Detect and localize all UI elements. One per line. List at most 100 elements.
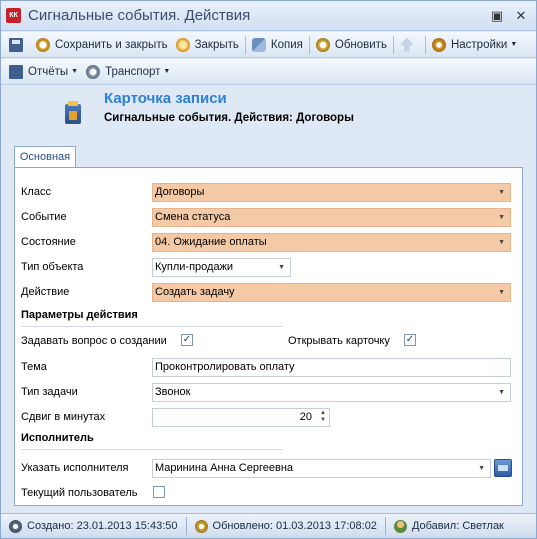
status-bar: Создано: 23.01.2013 15:43:50 Обновлено: … bbox=[1, 513, 536, 538]
main-toolbar: Сохранить и закрыть Закрыть Копия Обнови… bbox=[1, 32, 536, 58]
shift-value: 20 bbox=[299, 411, 312, 423]
chevron-down-icon[interactable]: ▼ bbox=[498, 234, 505, 251]
current-user-label: Текущий пользователь bbox=[21, 487, 138, 499]
open-card-label: Открывать карточку bbox=[288, 335, 390, 347]
chevron-down-icon[interactable]: ▼ bbox=[478, 460, 485, 477]
reports-menu-button[interactable]: Отчёты ▼ bbox=[5, 61, 82, 83]
action-label: Действие bbox=[21, 286, 70, 298]
save-icon-button[interactable] bbox=[5, 34, 32, 56]
chevron-down-icon[interactable]: ▼ bbox=[498, 209, 505, 226]
toolbar-separator bbox=[308, 35, 310, 54]
transport-menu-button[interactable]: Транспорт ▼ bbox=[82, 61, 174, 83]
event-label: Событие bbox=[21, 211, 67, 223]
pick-assignee-button[interactable] bbox=[494, 459, 512, 477]
copy-button[interactable]: Копия bbox=[248, 34, 307, 56]
ask-on-create-label: Задавать вопрос о создании bbox=[21, 335, 167, 347]
subject-label: Тема bbox=[21, 361, 47, 373]
transport-label: Транспорт bbox=[105, 65, 161, 78]
save-close-button[interactable]: Сохранить и закрыть bbox=[32, 34, 172, 56]
chevron-down-icon: ▼ bbox=[71, 68, 79, 75]
gear-icon bbox=[431, 37, 446, 52]
copy-label: Копия bbox=[270, 38, 303, 51]
status-added-by: Добавил: Светлак bbox=[386, 519, 512, 533]
move-up-button[interactable] bbox=[396, 34, 423, 56]
class-value: Договоры bbox=[155, 186, 205, 198]
close-doc-icon bbox=[175, 37, 190, 52]
page-title: Карточка записи bbox=[104, 90, 227, 107]
save-close-icon bbox=[36, 37, 50, 52]
spinner-arrows-icon[interactable]: ▲ ▼ bbox=[320, 410, 326, 424]
params-section-title: Параметры действия bbox=[21, 309, 138, 321]
toolbar-separator bbox=[424, 35, 426, 54]
executor-section-divider bbox=[21, 449, 283, 450]
chevron-down-icon: ▼ bbox=[163, 68, 171, 75]
reports-label: Отчёты bbox=[28, 65, 69, 78]
chevron-down-icon[interactable]: ▼ bbox=[498, 384, 505, 401]
window-title: Сигнальные события. Действия bbox=[28, 7, 251, 24]
status-created: Создано: 23.01.2013 15:43:50 bbox=[1, 519, 186, 533]
user-icon bbox=[393, 519, 407, 533]
status-updated: Обновлено: 01.03.2013 17:08:02 bbox=[187, 519, 385, 533]
save-close-label: Сохранить и закрыть bbox=[55, 38, 168, 51]
executor-section-title: Исполнитель bbox=[21, 432, 94, 444]
shift-minutes-stepper[interactable]: 20 ▲ ▼ bbox=[152, 408, 330, 427]
task-type-select[interactable]: Звонок ▼ bbox=[152, 383, 511, 402]
updated-clock-icon bbox=[194, 519, 208, 533]
action-value: Создать задачу bbox=[155, 286, 235, 298]
shift-label: Сдвиг в минутах bbox=[21, 411, 106, 423]
updated-text: Обновлено: 01.03.2013 17:08:02 bbox=[212, 520, 377, 532]
task-type-value: Звонок bbox=[155, 386, 191, 398]
chevron-down-icon[interactable]: ▼ bbox=[498, 184, 505, 201]
state-select[interactable]: 04. Ожидание оплаты ▼ bbox=[152, 233, 511, 252]
current-user-checkbox[interactable] bbox=[153, 486, 165, 498]
state-label: Состояние bbox=[21, 236, 76, 248]
event-value: Смена статуса bbox=[155, 211, 231, 223]
close-icon[interactable]: ✕ bbox=[512, 7, 530, 25]
chevron-down-icon[interactable]: ▼ bbox=[278, 259, 285, 276]
chevron-down-icon[interactable]: ▼ bbox=[498, 284, 505, 301]
tab-main[interactable]: Основная bbox=[14, 146, 76, 168]
object-type-select[interactable]: Купли-продажи ▼ bbox=[152, 258, 291, 277]
assignee-select[interactable]: Маринина Анна Сергеевна ▼ bbox=[152, 459, 491, 478]
state-value: 04. Ожидание оплаты bbox=[155, 236, 267, 248]
assignee-label: Указать исполнителя bbox=[21, 462, 129, 474]
page-subtitle: Сигнальные события. Действия: Договоры bbox=[104, 112, 354, 124]
subject-value: Проконтролировать оплату bbox=[155, 361, 295, 373]
settings-button[interactable]: Настройки ▼ bbox=[428, 34, 521, 56]
reports-icon bbox=[9, 64, 23, 79]
created-text: Создано: 23.01.2013 15:43:50 bbox=[27, 520, 178, 532]
object-type-value: Купли-продажи bbox=[155, 261, 234, 273]
params-section-divider bbox=[21, 326, 283, 327]
title-bar: КК Сигнальные события. Действия ▣ ✕ bbox=[1, 1, 536, 31]
transport-icon bbox=[86, 64, 101, 79]
refresh-label: Обновить bbox=[334, 38, 387, 51]
close-label: Закрыть bbox=[194, 38, 239, 51]
assignee-value: Маринина Анна Сергеевна bbox=[155, 462, 294, 474]
record-card-icon bbox=[65, 101, 81, 124]
toolbar-separator bbox=[244, 35, 246, 54]
action-select[interactable]: Создать задачу ▼ bbox=[152, 283, 511, 302]
ask-on-create-checkbox[interactable]: ✓ bbox=[181, 334, 193, 346]
class-label: Класс bbox=[21, 186, 51, 198]
created-clock-icon bbox=[9, 519, 22, 533]
window: КК Сигнальные события. Действия ▣ ✕ Сохр… bbox=[0, 0, 537, 539]
save-icon bbox=[9, 37, 23, 52]
chevron-down-icon: ▼ bbox=[510, 41, 518, 48]
added-by-text: Добавил: Светлак bbox=[411, 520, 504, 532]
close-button[interactable]: Закрыть bbox=[172, 34, 243, 56]
settings-label: Настройки bbox=[450, 38, 508, 51]
task-type-label: Тип задачи bbox=[21, 386, 78, 398]
refresh-icon bbox=[315, 37, 330, 52]
open-card-checkbox[interactable]: ✓ bbox=[404, 334, 416, 346]
event-select[interactable]: Смена статуса ▼ bbox=[152, 208, 511, 227]
subject-input[interactable]: Проконтролировать оплату bbox=[152, 358, 511, 377]
refresh-button[interactable]: Обновить bbox=[312, 34, 391, 56]
secondary-toolbar: Отчёты ▼ Транспорт ▼ bbox=[1, 59, 536, 85]
app-logo-icon: КК bbox=[6, 8, 21, 23]
toolbar-separator bbox=[392, 35, 394, 54]
arrow-up-icon bbox=[399, 37, 414, 52]
copy-icon bbox=[251, 37, 266, 52]
object-type-label: Тип объекта bbox=[21, 261, 84, 273]
pin-icon[interactable]: ▣ bbox=[488, 7, 506, 25]
class-select[interactable]: Договоры ▼ bbox=[152, 183, 511, 202]
